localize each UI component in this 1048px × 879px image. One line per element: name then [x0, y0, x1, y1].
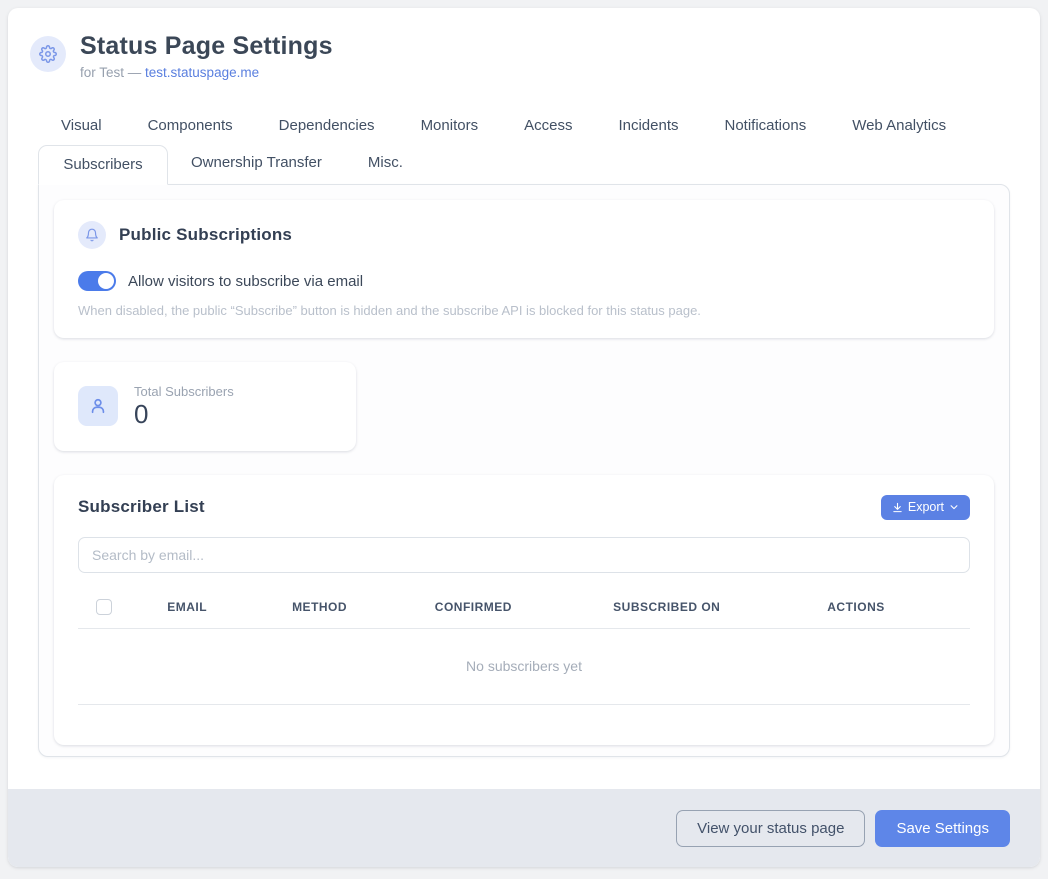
- tab-web-analytics[interactable]: Web Analytics: [829, 108, 969, 143]
- bell-icon-badge: [78, 221, 106, 249]
- table-footer-spacer: [78, 705, 970, 727]
- tab-ownership-transfer[interactable]: Ownership Transfer: [168, 145, 345, 184]
- page-header: Status Page Settings for Test — test.sta…: [8, 8, 1040, 80]
- bell-icon: [85, 228, 99, 242]
- view-status-page-button[interactable]: View your status page: [676, 810, 865, 847]
- total-subscribers-label: Total Subscribers: [134, 384, 234, 399]
- footer-action-bar: View your status page Save Settings: [8, 789, 1040, 867]
- settings-avatar: [30, 36, 66, 72]
- tab-notifications[interactable]: Notifications: [702, 108, 830, 143]
- column-header-subscribed-on: SUBSCRIBED ON: [613, 585, 827, 629]
- table-header-row: EMAIL METHOD CONFIRMED SUBSCRIBED ON ACT…: [78, 585, 970, 629]
- tab-monitors[interactable]: Monitors: [398, 108, 502, 143]
- page-subtitle: for Test — test.statuspage.me: [80, 65, 333, 80]
- empty-state-message: No subscribers yet: [78, 628, 970, 704]
- total-subscribers-value: 0: [134, 400, 234, 429]
- gear-icon: [39, 45, 57, 63]
- tab-visual[interactable]: Visual: [38, 108, 125, 143]
- status-page-link[interactable]: test.statuspage.me: [145, 65, 259, 80]
- user-icon-badge: [78, 386, 118, 426]
- export-button-label: Export: [908, 500, 944, 514]
- settings-window: Status Page Settings for Test — test.sta…: [8, 8, 1040, 867]
- subscribe-toggle[interactable]: [78, 271, 116, 291]
- save-settings-button[interactable]: Save Settings: [875, 810, 1010, 847]
- tab-access[interactable]: Access: [501, 108, 595, 143]
- subscriber-table: EMAIL METHOD CONFIRMED SUBSCRIBED ON ACT…: [78, 585, 970, 705]
- page-title: Status Page Settings: [80, 32, 333, 61]
- select-all-checkbox[interactable]: [96, 599, 112, 615]
- subscriber-list-title: Subscriber List: [78, 497, 205, 517]
- export-button[interactable]: Export: [881, 495, 970, 520]
- tab-subscribers[interactable]: Subscribers: [38, 145, 168, 185]
- tab-incidents[interactable]: Incidents: [595, 108, 701, 143]
- subscriber-list-card: Subscriber List Export: [54, 475, 994, 745]
- tab-components[interactable]: Components: [125, 108, 256, 143]
- tab-misc[interactable]: Misc.: [345, 145, 426, 184]
- user-icon: [88, 396, 108, 416]
- empty-state-row: No subscribers yet: [78, 628, 970, 704]
- search-input[interactable]: [78, 537, 970, 573]
- chevron-down-icon: [949, 502, 959, 512]
- public-subscriptions-title: Public Subscriptions: [119, 225, 292, 245]
- subscribers-panel: Public Subscriptions Allow visitors to s…: [38, 184, 1010, 757]
- column-header-method: METHOD: [292, 585, 435, 629]
- subscribe-helper-text: When disabled, the public “Subscribe” bu…: [78, 303, 970, 318]
- tab-bar-row2: Subscribers Ownership Transfer Misc.: [38, 145, 1010, 184]
- column-header-confirmed: CONFIRMED: [435, 585, 613, 629]
- public-subscriptions-card: Public Subscriptions Allow visitors to s…: [54, 200, 994, 338]
- column-header-email: EMAIL: [167, 585, 292, 629]
- download-icon: [892, 502, 903, 513]
- tab-bar-row1: Visual Components Dependencies Monitors …: [38, 108, 1010, 143]
- tab-dependencies[interactable]: Dependencies: [256, 108, 398, 143]
- subscribe-toggle-label: Allow visitors to subscribe via email: [128, 273, 363, 290]
- total-subscribers-card: Total Subscribers 0: [54, 362, 356, 451]
- column-header-actions: ACTIONS: [827, 585, 970, 629]
- toggle-knob: [98, 273, 114, 289]
